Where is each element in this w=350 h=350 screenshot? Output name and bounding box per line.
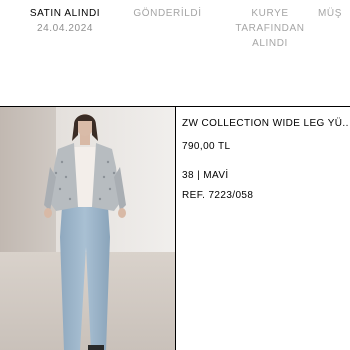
order-status-tracker: SATIN ALINDI 24.04.2024 GÖNDERİLDİ KURYE… <box>0 0 350 60</box>
product-info: ZW COLLECTION WIDE LEG YÜ... 790,00 TL 3… <box>182 117 348 203</box>
product-name[interactable]: ZW COLLECTION WIDE LEG YÜ... <box>182 117 348 131</box>
product-image[interactable] <box>0 107 176 350</box>
order-item-card[interactable]: ZW COLLECTION WIDE LEG YÜ... 790,00 TL 3… <box>0 106 350 350</box>
status-step-purchased: SATIN ALINDI 24.04.2024 <box>20 6 110 36</box>
status-step-customer: MÜŞ <box>318 6 350 21</box>
status-step-date: 24.04.2024 <box>36 23 94 34</box>
status-step-shipped: GÖNDERİLDİ <box>125 6 210 21</box>
status-step-label: SATIN ALINDI <box>29 8 101 19</box>
status-step-courier: KURYE TARAFINDAN ALINDI <box>232 6 308 51</box>
status-step-label: GÖNDERİLDİ <box>133 8 202 19</box>
status-step-label: KURYE TARAFINDAN ALINDI <box>235 8 305 49</box>
product-size-color: 38 | MAVİ <box>182 170 229 181</box>
product-reference: REF. 7223/058 <box>182 190 254 201</box>
status-step-label: MÜŞ <box>318 8 343 19</box>
product-price: 790,00 TL <box>182 141 231 152</box>
